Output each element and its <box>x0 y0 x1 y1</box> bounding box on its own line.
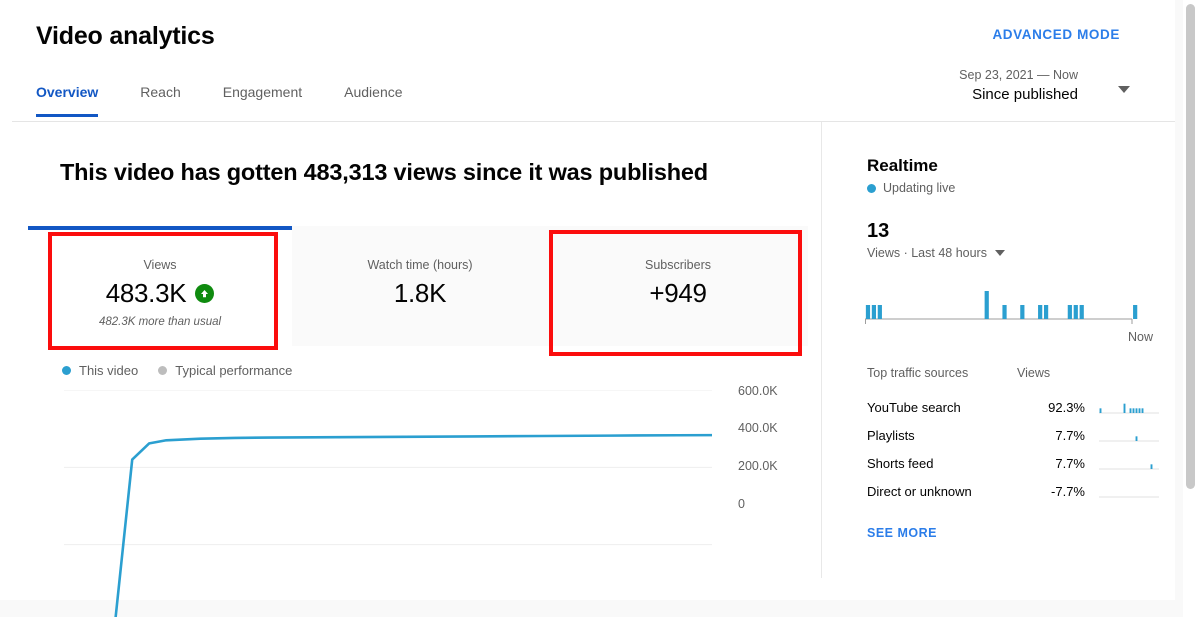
metric-subtext: 482.3K more than usual <box>98 316 222 328</box>
metric-value: 483.3K <box>105 278 187 308</box>
date-range-subtitle: Sep 23, 2021 — Now <box>959 68 1078 82</box>
page-title: Video analytics <box>36 22 215 50</box>
analytics-tabs: Overview Reach Engagement Audience <box>36 84 445 117</box>
legend-label: This video <box>79 363 139 378</box>
legend-label: Typical performance <box>175 363 293 378</box>
metric-label: Watch time (hours) <box>367 258 473 272</box>
y-tick-label: 200.0K <box>738 459 778 473</box>
page-header: Video analytics ADVANCED MODE Sep 23, 20… <box>0 0 1175 122</box>
chevron-down-icon <box>1118 86 1130 93</box>
traffic-source-sparkline <box>1099 425 1159 445</box>
views-column-header: Views <box>1017 366 1051 380</box>
metric-card-watch-time[interactable]: Watch time (hours) 1.8K <box>292 226 548 346</box>
metric-value-row: 483.3K <box>28 278 292 309</box>
traffic-source-percent: 7.7% <box>1055 427 1085 443</box>
table-row[interactable]: Playlists 7.7% <box>867 421 1159 449</box>
vertical-scrollbar[interactable] <box>1183 0 1198 617</box>
metric-card-subscribers[interactable]: Subscribers +949 <box>548 226 808 346</box>
metric-value: +949 <box>649 278 707 308</box>
metric-cards: Views 483.3K 482.3K more than usual Watc… <box>28 226 808 346</box>
chevron-down-icon <box>994 250 1005 256</box>
arrow-up-circle-icon <box>195 284 215 303</box>
metric-value-row: 1.8K <box>292 278 548 309</box>
traffic-sources-column-header: Top traffic sources <box>867 366 969 380</box>
legend-item-typical-performance[interactable]: Typical performance <box>158 363 292 378</box>
metric-label: Views <box>143 258 177 272</box>
metric-value-row: +949 <box>548 278 808 309</box>
metric-value: 1.8K <box>393 278 447 308</box>
table-row[interactable]: Direct or unknown -7.7% <box>867 477 1159 505</box>
chart-legend: This video Typical performance <box>62 363 292 378</box>
video-analytics-screen: Video analytics ADVANCED MODE Sep 23, 20… <box>0 0 1198 617</box>
realtime-title: Realtime <box>867 156 938 175</box>
views-line-chart[interactable] <box>64 390 712 617</box>
date-range-value: Since published <box>972 86 1078 103</box>
traffic-source-sparkline <box>1099 453 1159 473</box>
traffic-source-name: YouTube search <box>867 399 961 415</box>
legend-item-this-video[interactable]: This video <box>62 363 138 378</box>
traffic-source-name: Shorts feed <box>867 455 934 471</box>
table-row[interactable]: Shorts feed 7.7% <box>867 449 1159 477</box>
metric-card-views[interactable]: Views 483.3K 482.3K more than usual <box>28 226 292 346</box>
table-row[interactable]: YouTube search 92.3% <box>867 393 1159 421</box>
tab-audience[interactable]: Audience <box>344 84 402 117</box>
realtime-panel: Realtime Updating live 13 Views · Last 4… <box>843 138 1175 580</box>
realtime-view-count: 13 <box>867 220 890 242</box>
traffic-sources-header: Top traffic sources Views <box>867 366 1157 380</box>
scrollbar-thumb[interactable] <box>1186 4 1195 489</box>
tab-overview[interactable]: Overview <box>36 84 99 117</box>
see-more-traffic-button[interactable]: SEE MORE <box>867 526 937 540</box>
traffic-sources-list: YouTube search 92.3% Playlists 7.7% Shor… <box>867 393 1159 505</box>
traffic-source-percent: 92.3% <box>1048 399 1085 415</box>
overview-panel: This video has gotten 483,313 views sinc… <box>12 122 822 617</box>
realtime-bar-chart[interactable] <box>865 273 1150 331</box>
y-tick-label: 0 <box>738 497 745 511</box>
live-dot-icon <box>867 183 876 193</box>
traffic-source-sparkline <box>1099 397 1159 417</box>
line-chart-y-axis: 600.0K 400.0K 200.0K 0 <box>724 384 819 617</box>
advanced-mode-button[interactable]: ADVANCED MODE <box>992 27 1120 42</box>
traffic-source-name: Playlists <box>867 427 915 443</box>
realtime-metric-selector[interactable]: Views · Last 48 hours <box>867 246 1005 260</box>
traffic-source-sparkline <box>1099 481 1159 501</box>
realtime-metric-label: Views · Last 48 hours <box>867 246 987 260</box>
y-tick-label: 400.0K <box>738 421 778 435</box>
tab-engagement[interactable]: Engagement <box>223 84 302 117</box>
tab-reach[interactable]: Reach <box>140 84 180 117</box>
traffic-source-name: Direct or unknown <box>867 483 972 499</box>
metric-label: Subscribers <box>645 258 711 272</box>
realtime-now-label: Now <box>1127 330 1153 344</box>
traffic-source-percent: -7.7% <box>1051 483 1085 499</box>
legend-dot-icon <box>62 366 71 375</box>
date-range-selector[interactable]: Sep 23, 2021 — Now Since published <box>895 66 1130 110</box>
overview-headline: This video has gotten 483,313 views sinc… <box>60 159 708 185</box>
live-status-label: Updating live <box>883 181 956 195</box>
legend-dot-icon <box>158 366 168 375</box>
traffic-source-percent: 7.7% <box>1055 455 1085 471</box>
realtime-live-status: Updating live <box>867 181 955 195</box>
y-tick-label: 600.0K <box>738 384 778 398</box>
